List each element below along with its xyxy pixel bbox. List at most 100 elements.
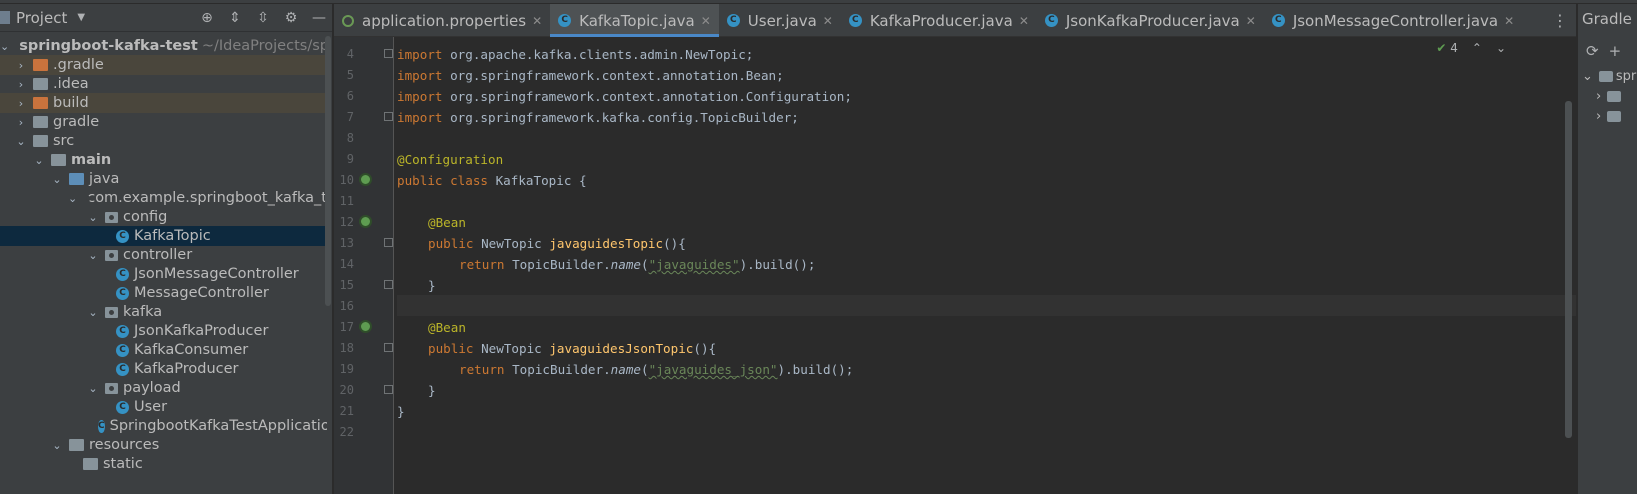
tree-item-main[interactable]: ⌄ main (0, 150, 327, 170)
chevron-down-icon[interactable]: ▼ (77, 12, 85, 23)
fold-marker-icon[interactable] (384, 49, 393, 58)
chevron-down-icon[interactable]: ⌄ (1496, 41, 1506, 55)
fold-marker-icon[interactable] (384, 343, 393, 352)
tree-item-payload[interactable]: ⌄ payload (0, 378, 327, 398)
code-text: NewTopic (473, 236, 550, 251)
chevron-down-icon[interactable]: ⌄ (50, 173, 64, 186)
more-tabs-icon[interactable]: ⋮ (1552, 4, 1568, 37)
tree-item-kafkatopic[interactable]: C KafkaTopic (0, 226, 327, 246)
tab-kafkatopic-java[interactable]: C KafkaTopic.java ✕ (550, 4, 719, 37)
tree-item-kafkaproducer[interactable]: C KafkaProducer (0, 359, 327, 379)
tab-jsonkafkaproducer-java[interactable]: C JsonKafkaProducer.java ✕ (1037, 4, 1264, 37)
line-number: 14 (339, 257, 354, 271)
line-number: 21 (339, 404, 354, 418)
code-text: ).build(); (739, 257, 816, 272)
close-icon[interactable]: ✕ (1019, 14, 1029, 28)
chevron-down-icon[interactable]: ⌄ (0, 40, 9, 53)
expand-all-icon[interactable]: ⇕ (228, 10, 242, 26)
tree-item-kafkaconsumer[interactable]: C KafkaConsumer (0, 340, 327, 360)
hide-panel-icon[interactable]: — (312, 10, 326, 26)
close-icon[interactable]: ✕ (823, 14, 833, 28)
tree-item-jsonmessagecontroller[interactable]: C JsonMessageController (0, 264, 327, 284)
close-icon[interactable]: ✕ (1246, 14, 1256, 28)
tab-user-java[interactable]: C User.java ✕ (719, 4, 841, 37)
fold-marker-icon[interactable] (384, 112, 393, 121)
tree-item-gradle-dir[interactable]: › .gradle (0, 55, 327, 75)
chevron-right-icon[interactable]: › (1596, 109, 1601, 124)
tree-item-kafka[interactable]: ⌄ kafka (0, 302, 327, 322)
fold-marker-icon[interactable] (384, 385, 393, 394)
editor-scrollbar[interactable] (1565, 101, 1572, 438)
chevron-down-icon[interactable]: ⌄ (14, 135, 28, 148)
gradle-tree-tasks[interactable]: › (1596, 86, 1622, 106)
source-folder-icon (69, 173, 84, 185)
refresh-icon[interactable]: ⟳ (1586, 42, 1599, 60)
tab-label: application.properties (362, 11, 527, 30)
chevron-down-icon[interactable]: ⌄ (86, 211, 100, 224)
chevron-down-icon[interactable]: ⌄ (68, 192, 77, 205)
code-line: } (397, 401, 405, 422)
chevron-right-icon[interactable]: › (14, 116, 28, 129)
close-icon[interactable]: ✕ (532, 14, 542, 28)
code-area[interactable]: import org.apache.kafka.clients.admin.Ne… (397, 37, 1517, 494)
keyword: import (397, 110, 443, 125)
tree-item-config[interactable]: ⌄ config (0, 207, 327, 227)
tree-item-build[interactable]: › build (0, 93, 327, 113)
fold-marker-icon[interactable] (384, 238, 393, 247)
chevron-down-icon[interactable]: ⌄ (1582, 69, 1593, 84)
chevron-down-icon[interactable]: ⌄ (50, 439, 64, 452)
annotation: @Configuration (397, 152, 504, 167)
close-icon[interactable]: ✕ (701, 14, 711, 28)
chevron-right-icon[interactable]: › (1596, 89, 1601, 104)
close-icon[interactable]: ✕ (1504, 14, 1514, 28)
gear-icon[interactable]: ⚙ (284, 10, 298, 26)
line-number: 15 (339, 278, 354, 292)
tab-kafkaproducer-java[interactable]: C KafkaProducer.java ✕ (841, 4, 1037, 37)
class-icon: C (848, 14, 862, 27)
editor-tab-bar: application.properties ✕ C KafkaTopic.ja… (334, 4, 1576, 37)
gradle-title[interactable]: Gradle (1582, 10, 1632, 28)
tree-item-project-root[interactable]: ⌄ springboot-kafka-test ~/IdeaProjects/s… (0, 36, 327, 56)
tab-jsonmessagecontroller-java[interactable]: C JsonMessageController.java ✕ (1264, 4, 1522, 37)
gradle-tree-root[interactable]: ⌄ spr (1582, 66, 1636, 86)
chevron-down-icon[interactable]: ⌄ (86, 382, 100, 395)
keyword: import (397, 68, 443, 83)
chevron-down-icon[interactable]: ⌄ (86, 249, 100, 262)
chevron-down-icon[interactable]: ⌄ (86, 306, 100, 319)
project-tree-scrollbar[interactable] (325, 36, 331, 306)
add-icon[interactable]: + (1609, 42, 1622, 60)
tree-item-package-root[interactable]: ⌄ com.example.springboot_kafka_te (0, 188, 327, 208)
tree-item-messagecontroller[interactable]: C MessageController (0, 283, 327, 303)
tab-application-properties[interactable]: application.properties ✕ (334, 4, 550, 37)
tree-item-src[interactable]: ⌄ src (0, 131, 327, 151)
chevron-down-icon[interactable]: ⌄ (32, 154, 46, 167)
gradle-tree-dependencies[interactable]: › (1596, 106, 1622, 126)
tree-item-application[interactable]: C SpringbootKafkaTestApplicatio (0, 416, 327, 436)
tree-item-controller[interactable]: ⌄ controller (0, 245, 327, 265)
inspection-count: 4 (1450, 41, 1458, 55)
code-editor[interactable]: 4 5 6 7 8 9 10 11 12 13 14 15 16 17 18 1… (334, 37, 1576, 494)
locate-file-icon[interactable]: ⊕ (200, 10, 214, 26)
spring-bean-icon[interactable] (359, 320, 372, 333)
code-line: import org.springframework.context.annot… (397, 65, 784, 86)
tree-item-gradle[interactable]: › gradle (0, 112, 327, 132)
tree-item-user[interactable]: C User (0, 397, 327, 417)
chevron-right-icon[interactable]: › (14, 97, 28, 110)
project-title[interactable]: Project (16, 9, 67, 27)
fold-marker-icon[interactable] (384, 280, 393, 289)
chevron-right-icon[interactable]: › (14, 59, 28, 72)
inspection-widget[interactable]: ✔ 4 ⌃ ⌄ (1436, 41, 1506, 55)
tree-item-static[interactable]: static (0, 454, 327, 474)
tree-item-java[interactable]: ⌄ java (0, 169, 327, 189)
chevron-right-icon[interactable]: › (14, 78, 28, 91)
method-call: name (610, 362, 641, 377)
tree-item-idea[interactable]: › .idea (0, 74, 327, 94)
tree-item-jsonkafkaproducer[interactable]: C JsonKafkaProducer (0, 321, 327, 341)
inspection-summary[interactable]: ✔ 4 (1436, 41, 1458, 55)
spring-bean-icon[interactable] (359, 173, 372, 186)
tree-item-resources[interactable]: ⌄ resources (0, 435, 327, 455)
spring-bean-icon[interactable] (359, 215, 372, 228)
collapse-all-icon[interactable]: ⇳ (256, 10, 270, 26)
class-icon: C (116, 400, 129, 414)
chevron-up-icon[interactable]: ⌃ (1472, 41, 1482, 55)
